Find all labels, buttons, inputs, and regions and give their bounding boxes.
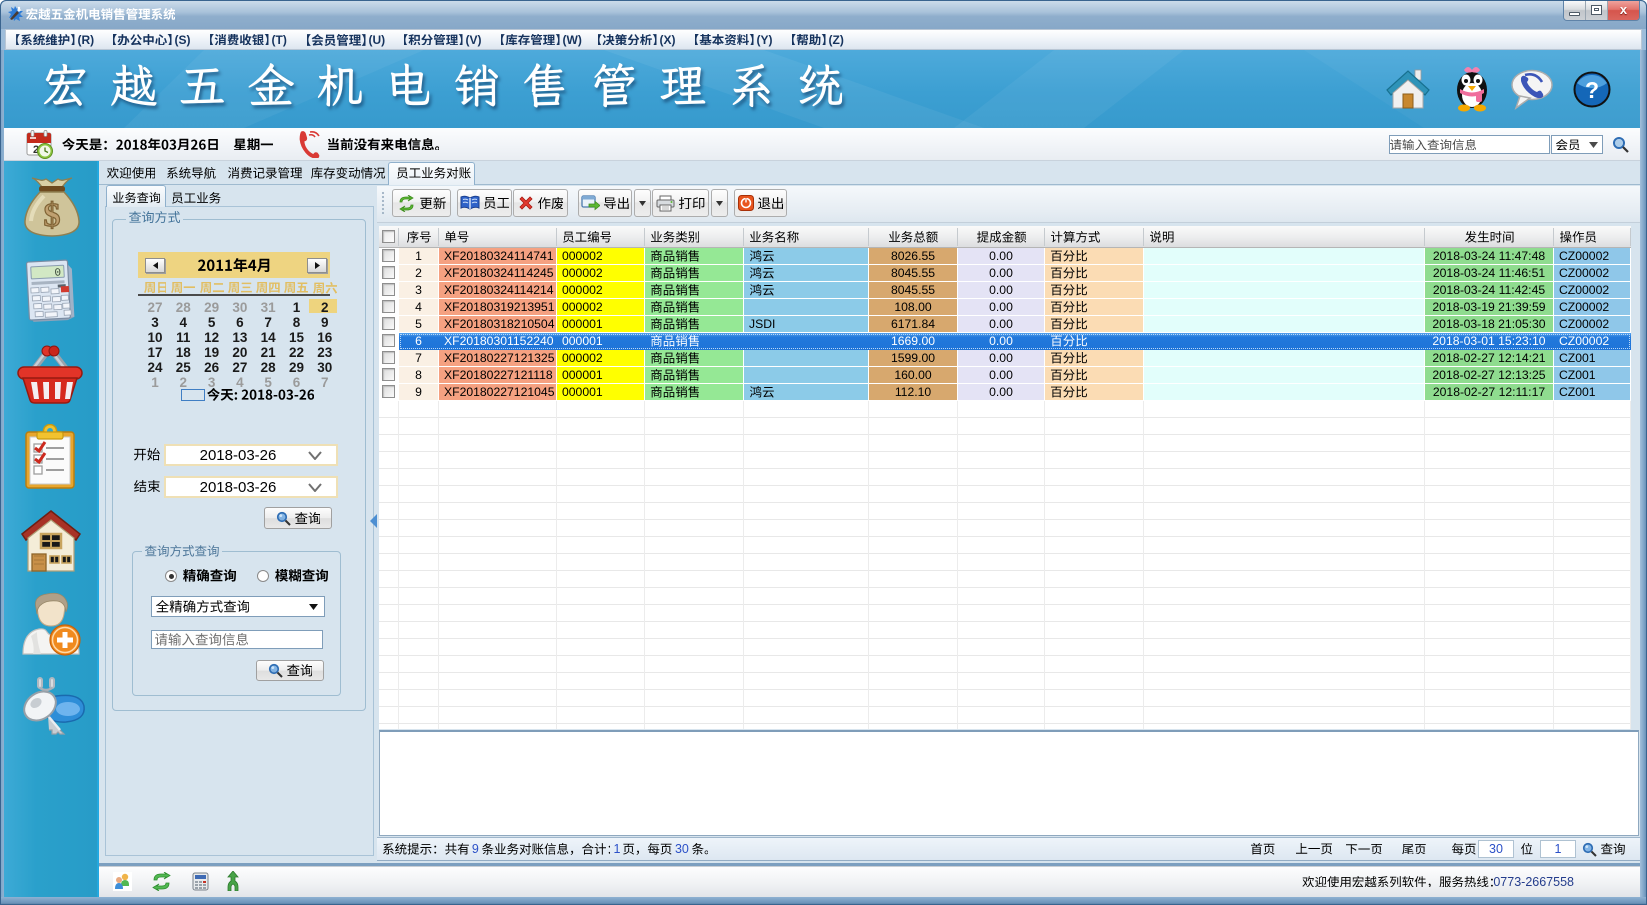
svg-text:?: ?	[1585, 77, 1599, 103]
svg-text:0: 0	[54, 267, 61, 279]
svg-text:$: $	[44, 197, 61, 234]
